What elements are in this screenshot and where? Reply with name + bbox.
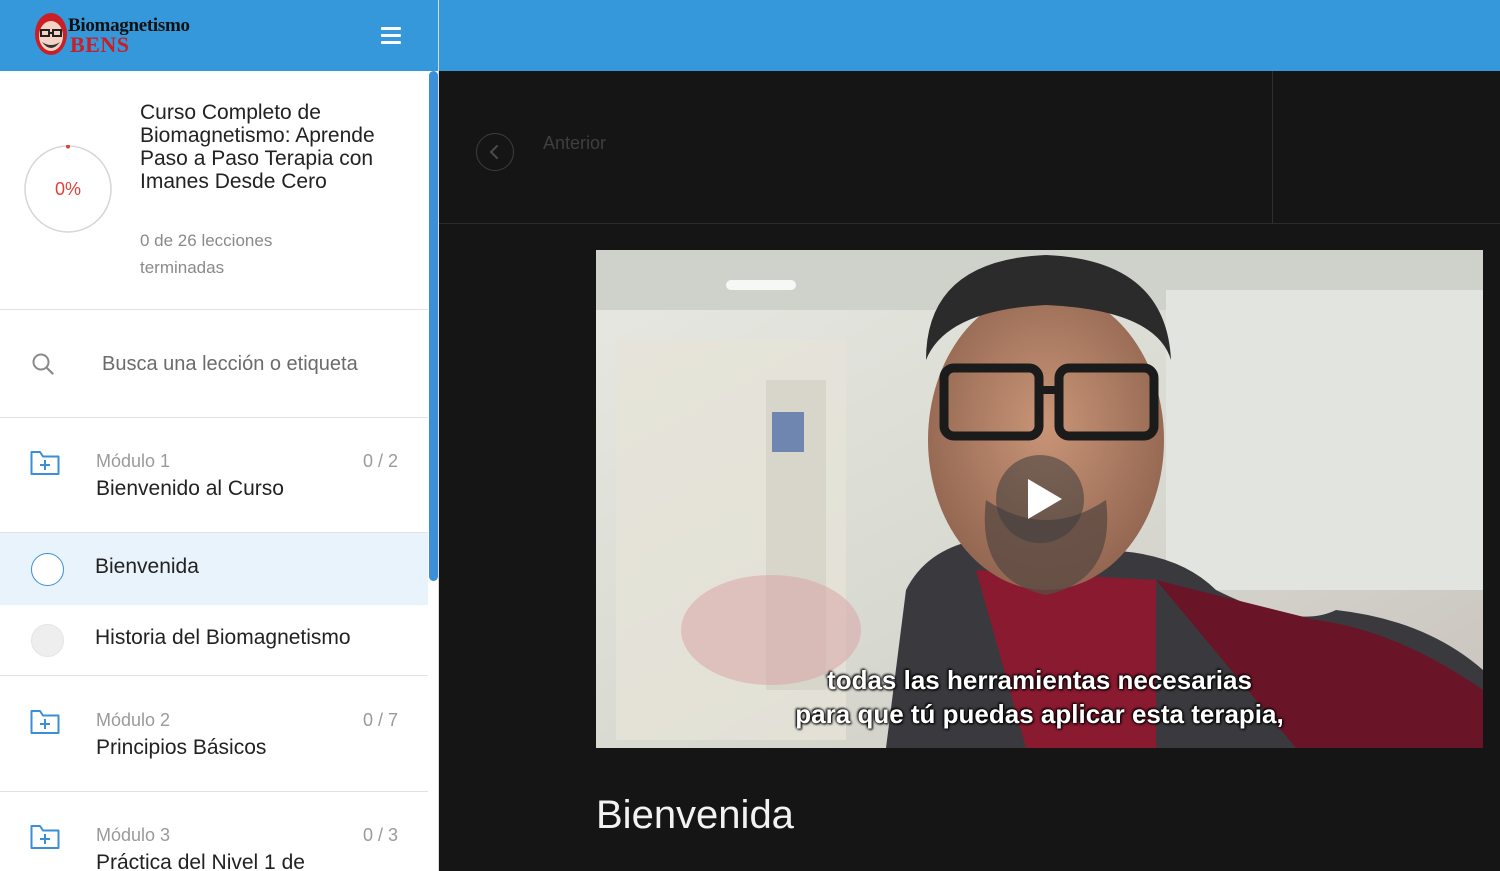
module-number: Módulo 3 bbox=[96, 825, 171, 845]
folder-plus-icon bbox=[30, 710, 60, 734]
lesson-heading: Bienvenida bbox=[596, 793, 794, 837]
lesson-item-historia[interactable]: Historia del Biomagnetismo bbox=[0, 604, 428, 676]
logo-face-icon bbox=[35, 13, 67, 55]
lesson-status-icon bbox=[31, 624, 64, 657]
module-2[interactable]: Módulo 2 0 / 7 Principios Básicos bbox=[0, 677, 428, 792]
search-input[interactable] bbox=[102, 348, 402, 380]
folder-plus-icon bbox=[30, 451, 60, 475]
progress-percentage: 0% bbox=[54, 179, 81, 199]
chevron-left-icon bbox=[490, 145, 498, 159]
video-subtitle-line-2: para que tú puedas aplicar esta terapia, bbox=[795, 699, 1284, 729]
video-subtitle-line-1: todas las herramientas necesarias bbox=[827, 665, 1252, 695]
video-player[interactable]: todas las herramientas necesarias para q… bbox=[596, 250, 1483, 748]
sidebar-scrollbar[interactable] bbox=[428, 71, 438, 871]
course-progress-panel: 0% Curso Completo de Biomagnetismo: Apre… bbox=[0, 71, 428, 310]
top-bar bbox=[439, 0, 1500, 71]
lessons-completed-text: 0 de 26 lecciones terminadas bbox=[140, 231, 273, 277]
lesson-navigation: Anterior bbox=[439, 71, 1500, 224]
lesson-item-bienvenida[interactable]: Bienvenida bbox=[0, 533, 428, 605]
module-1[interactable]: Módulo 1 0 / 2 Bienvenido al Curso bbox=[0, 418, 428, 533]
lesson-search bbox=[0, 310, 428, 418]
scrollbar-thumb[interactable] bbox=[429, 71, 438, 581]
module-number: Módulo 1 bbox=[96, 451, 171, 471]
previous-button[interactable] bbox=[476, 133, 514, 171]
nav-divider bbox=[1272, 71, 1273, 224]
search-icon bbox=[32, 353, 54, 375]
previous-label[interactable]: Anterior bbox=[543, 133, 606, 154]
lesson-title: Bienvenida bbox=[95, 555, 199, 578]
course-sidebar: Biomagnetismo BENS 0% Curso Completo de … bbox=[0, 0, 439, 871]
module-progress-count: 0 / 2 bbox=[362, 451, 398, 471]
brand-logo[interactable]: Biomagnetismo BENS bbox=[34, 10, 219, 60]
play-icon[interactable] bbox=[996, 455, 1084, 543]
module-title: Principios Básicos bbox=[96, 736, 267, 759]
course-title: Curso Completo de Biomagnetismo: Aprende… bbox=[140, 101, 375, 193]
brand-subname: BENS bbox=[70, 32, 130, 57]
lesson-status-icon bbox=[31, 553, 64, 586]
module-title: Práctica del Nivel 1 de bbox=[96, 851, 305, 871]
module-progress-count: 0 / 3 bbox=[362, 825, 398, 845]
hamburger-menu-icon[interactable] bbox=[377, 23, 405, 49]
sidebar-header: Biomagnetismo BENS bbox=[0, 0, 438, 71]
module-title: Bienvenido al Curso bbox=[96, 477, 284, 500]
folder-plus-icon bbox=[30, 825, 60, 849]
lesson-title: Historia del Biomagnetismo bbox=[95, 626, 351, 649]
module-3[interactable]: Módulo 3 0 / 3 Práctica del Nivel 1 de bbox=[0, 792, 428, 871]
module-number: Módulo 2 bbox=[96, 710, 171, 730]
module-progress-count: 0 / 7 bbox=[362, 710, 398, 730]
